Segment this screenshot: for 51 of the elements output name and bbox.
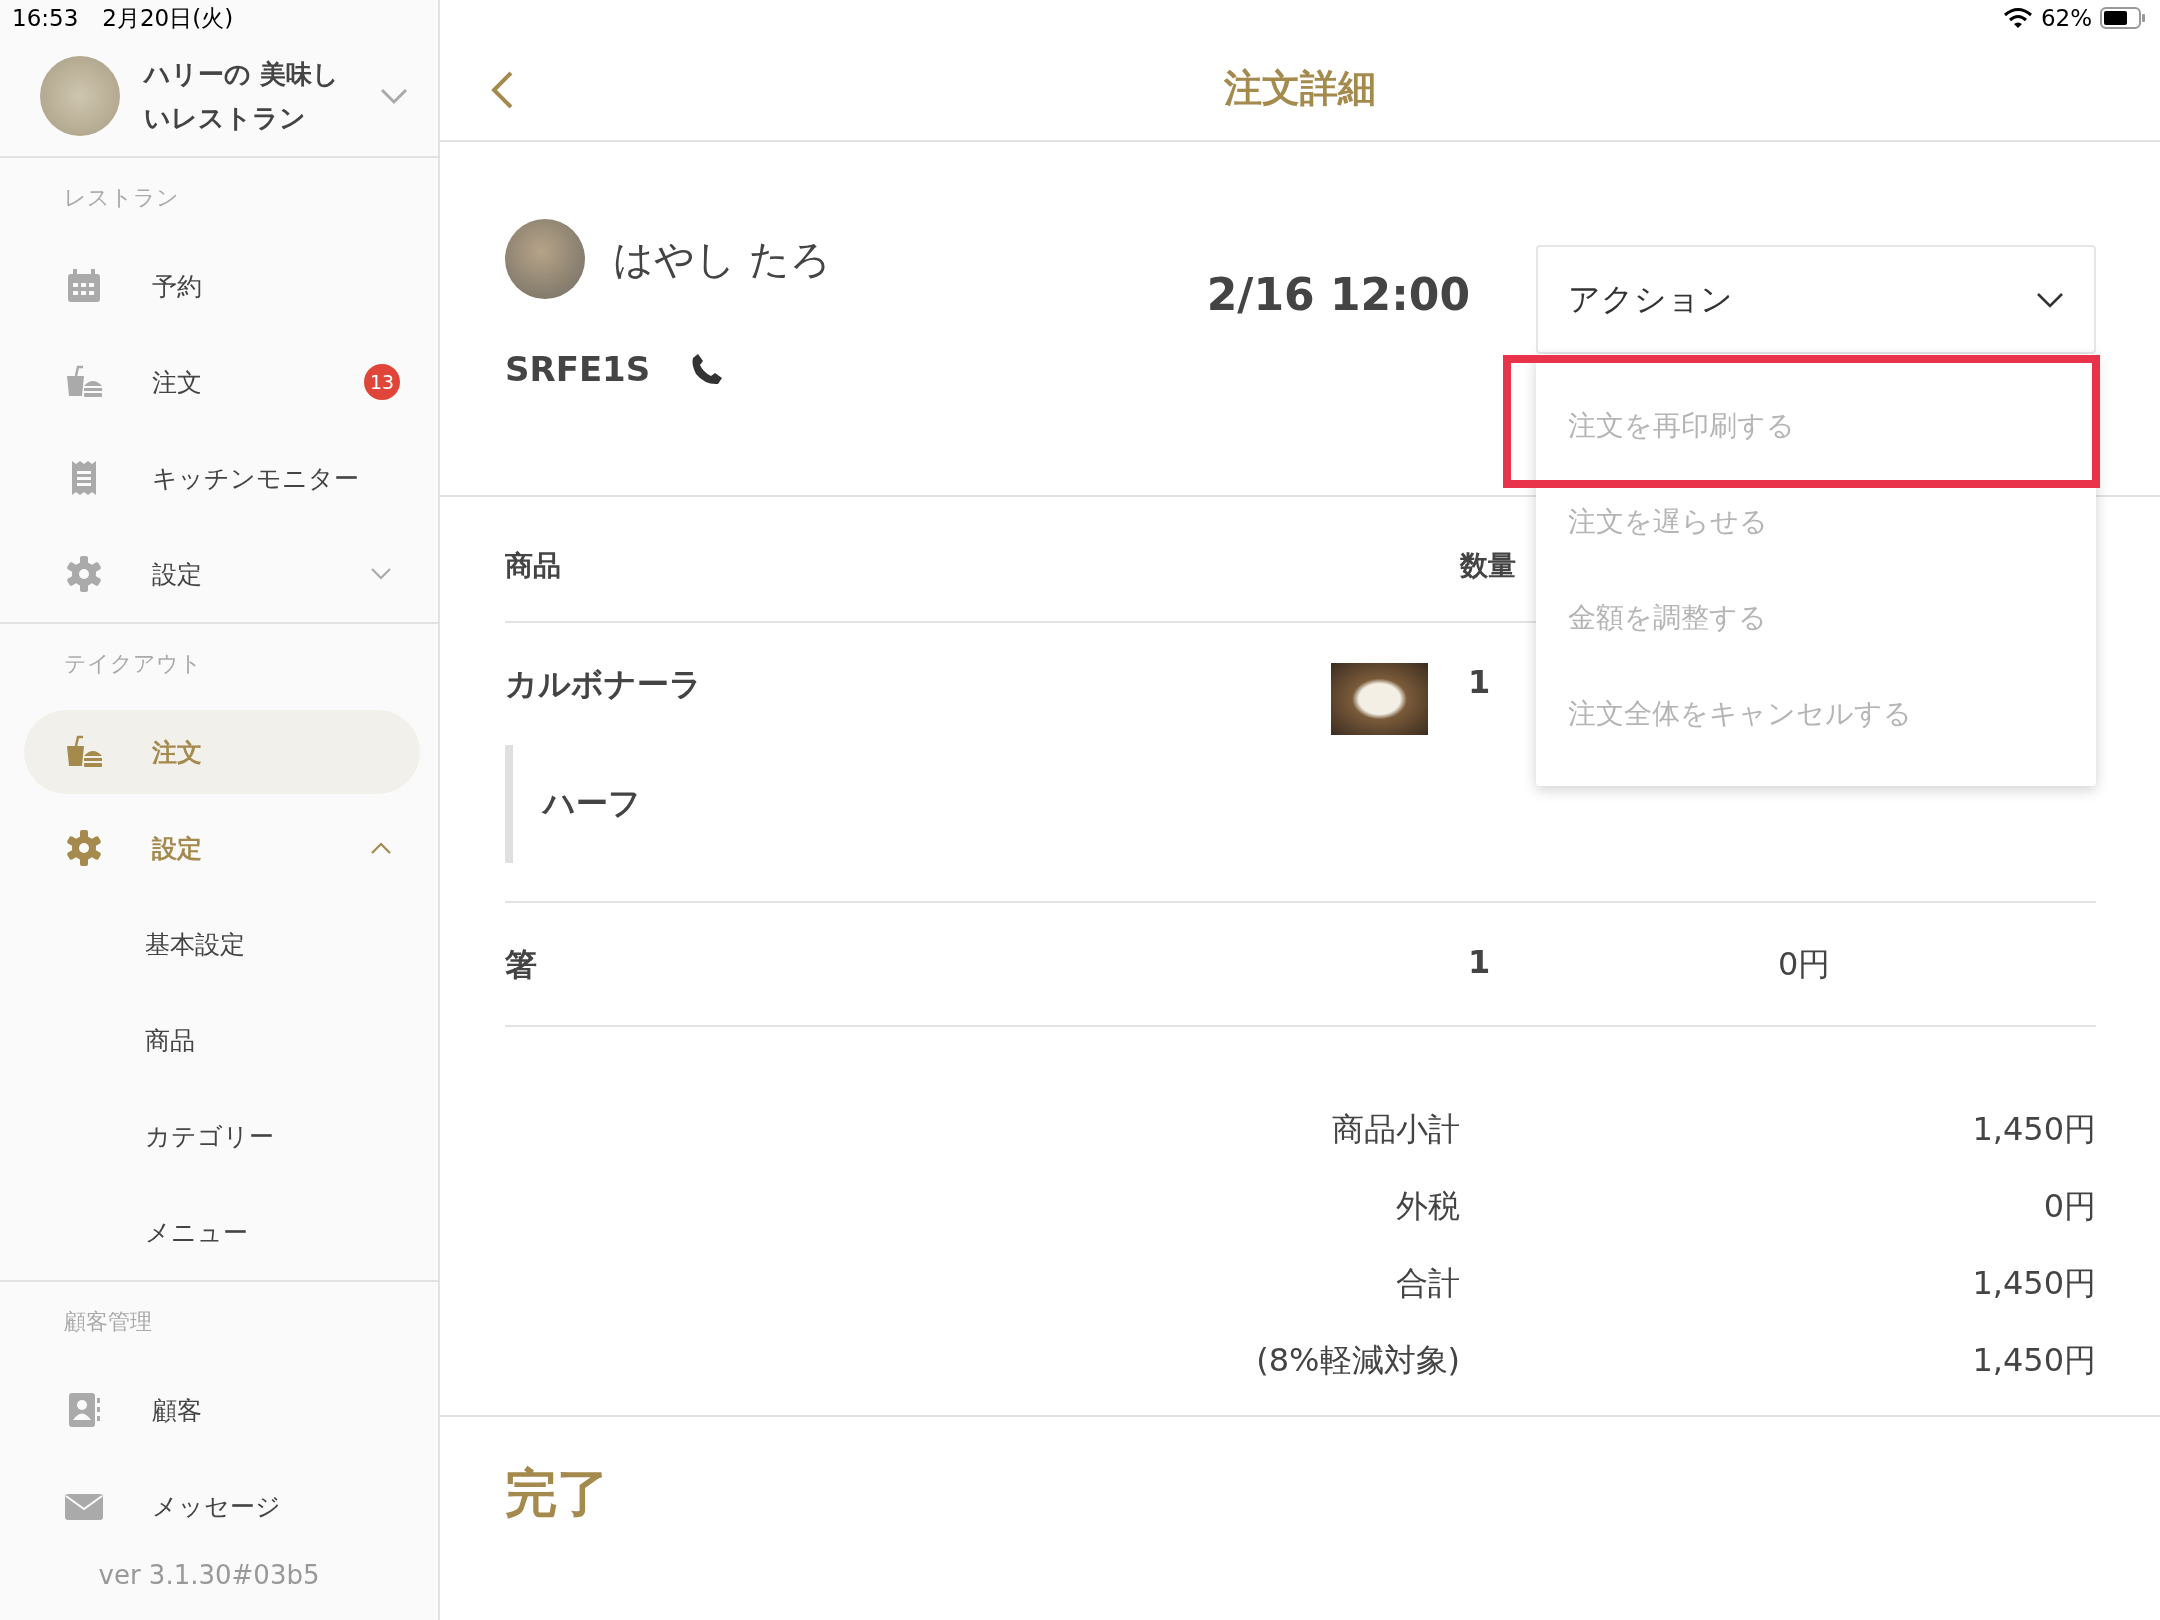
section-title: レストラン	[64, 184, 179, 212]
sidebar-subitem[interactable]: カテゴリー	[145, 1119, 274, 1153]
column-header: 数量	[1460, 548, 1516, 584]
total-label: 商品小計	[1331, 1108, 1460, 1150]
quantity: 1	[1468, 663, 1491, 701]
store-name[interactable]: ハリーの 美味しいレストラン	[144, 52, 344, 140]
sidebar-item[interactable]: 設定	[24, 532, 420, 616]
total-label: (8%軽減対象)	[1255, 1339, 1460, 1381]
product-name: カルボナーラ	[505, 664, 702, 705]
chevron-down-icon	[2036, 290, 2064, 309]
sidebar-item[interactable]: 注文 13	[24, 340, 420, 424]
page-title: 注文詳細	[1224, 64, 1376, 112]
order-code: SRFE1S	[505, 349, 651, 389]
gear-icon	[64, 554, 104, 594]
option-tag: ハーフ	[505, 745, 1458, 863]
sidebar-item[interactable]: メッセージ	[24, 1464, 420, 1548]
customer-name: はやし たろ	[613, 234, 831, 284]
order-status: 完了	[505, 1463, 609, 1523]
product-name: 箸	[505, 944, 537, 985]
action-dropdown[interactable]: アクション	[1536, 245, 2096, 354]
chevron-down-icon[interactable]	[380, 87, 408, 105]
total-label: 合計	[1395, 1262, 1460, 1304]
battery-icon	[2100, 7, 2146, 29]
total-value: 1,450円	[1971, 1108, 2096, 1150]
status-date: 2月20日(火)	[102, 3, 234, 33]
sidebar-item[interactable]: 予約	[24, 244, 420, 328]
total-value: 0円	[2042, 1185, 2096, 1227]
gear-icon	[64, 828, 104, 868]
sidebar-subitem[interactable]: 基本設定	[145, 927, 245, 961]
sidebar-subitem[interactable]: 商品	[145, 1023, 195, 1057]
total-label: 外税	[1395, 1185, 1460, 1227]
chevron-down-icon	[370, 567, 392, 581]
total-value: 1,450円	[1971, 1339, 2096, 1381]
section-title: テイクアウト	[64, 650, 202, 678]
column-header: 商品	[505, 548, 561, 584]
sidebar-subitem[interactable]: メニュー	[145, 1215, 248, 1249]
back-chevron-icon[interactable]	[490, 70, 514, 110]
total-value: 1,450円	[1971, 1262, 2096, 1304]
order-datetime: 2/16 12:00	[1206, 269, 1470, 320]
version-text: ver 3.1.30#03b5	[98, 1560, 320, 1590]
price: 0円	[1778, 945, 1831, 983]
chevron-up-icon	[370, 841, 392, 855]
quantity: 1	[1468, 943, 1491, 981]
sidebar-item[interactable]: 顧客	[24, 1368, 420, 1452]
wifi-icon	[2002, 7, 2033, 29]
phone-icon[interactable]	[690, 352, 725, 386]
battery-percent: 62%	[2040, 5, 2092, 31]
status-time: 16:53	[12, 5, 79, 31]
count-badge: 13	[364, 364, 400, 400]
section-title: 顧客管理	[64, 1308, 152, 1336]
sidebar-item[interactable]: キッチンモニター	[24, 436, 420, 520]
